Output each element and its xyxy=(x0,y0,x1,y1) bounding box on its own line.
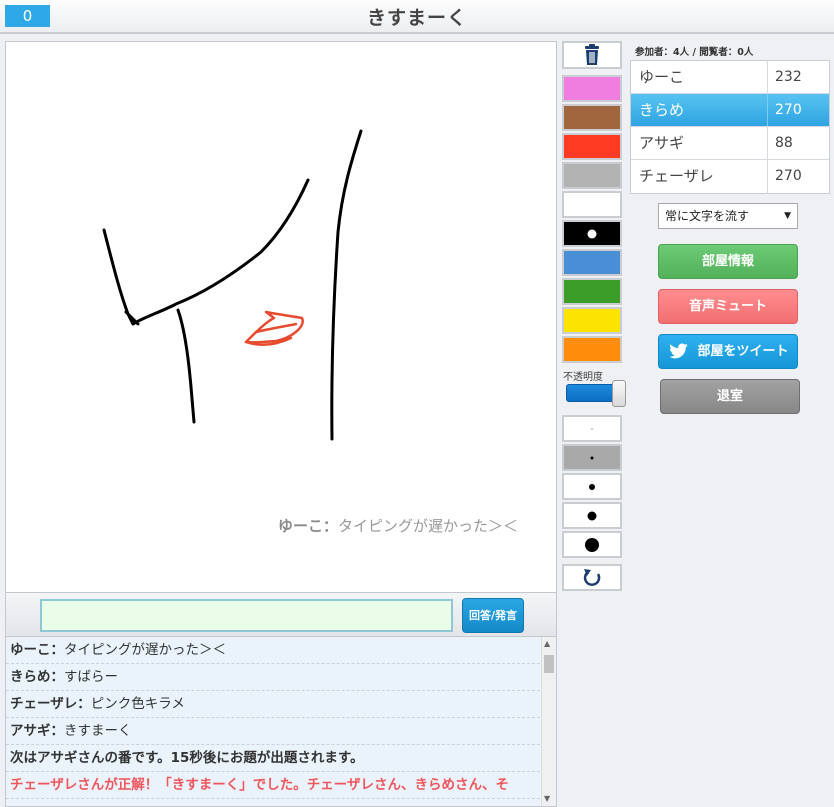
pen-size-dot xyxy=(585,537,599,552)
scroll-down-icon[interactable]: ▼ xyxy=(544,794,550,803)
chat-system-row: 次はアサギさんの番です。15秒後にお題が出題されます。 xyxy=(6,745,540,772)
color-swatch[interactable] xyxy=(562,278,622,305)
player-score: 270 xyxy=(775,168,802,184)
undo-button[interactable] xyxy=(562,564,622,591)
stroke-right-line xyxy=(330,129,363,441)
counts-separator: / xyxy=(689,47,700,58)
player-row-active: きらめ 270 xyxy=(631,94,829,127)
chat-text: チェーザレさんが正解！「きすまーく」でした。チェーザレさん、きらめさん、そ xyxy=(10,777,509,793)
pen-size-button[interactable] xyxy=(562,531,622,558)
canvas-overlay-message: ゆーこ：タイピングが遅かった＞＜ xyxy=(278,515,518,536)
trash-icon xyxy=(585,44,599,65)
pen-size-dot xyxy=(587,511,597,520)
drawing-strokes xyxy=(102,129,363,441)
text-flow-select[interactable]: 常に文字を流す ▼ xyxy=(658,203,798,229)
player-score: 88 xyxy=(775,135,793,151)
player-name: きらめ xyxy=(631,94,768,126)
chat-name: きらめ： xyxy=(10,669,64,685)
player-name: チェーザレ xyxy=(631,160,768,193)
pen-size-dot xyxy=(590,456,594,459)
player-name: アサギ xyxy=(631,127,768,159)
color-swatch[interactable] xyxy=(562,133,622,160)
player-list: ゆーこ 232 きらめ 270 アサギ 88 チェーザレ 270 xyxy=(630,60,830,194)
player-row: チェーザレ 270 xyxy=(631,160,829,193)
viewers-count: 0人 xyxy=(737,47,754,58)
chat-row: アサギ：きすまーく xyxy=(6,718,540,745)
color-swatch[interactable] xyxy=(562,162,622,189)
undo-icon xyxy=(583,569,601,586)
color-swatch[interactable] xyxy=(562,104,622,131)
color-swatch[interactable] xyxy=(562,191,622,218)
pen-size-dot xyxy=(591,428,593,429)
answer-input[interactable] xyxy=(40,599,453,632)
leave-room-button[interactable]: 退室 xyxy=(660,379,800,414)
pen-size-button[interactable] xyxy=(562,502,622,529)
chat-text: すばらー xyxy=(64,669,118,685)
color-swatch[interactable] xyxy=(562,307,622,334)
room-counts: 参加者：4人 / 閲覧者：0人 xyxy=(635,44,753,58)
chat-row: チェーザレ：ピンク色キラメ xyxy=(6,691,540,718)
chat-scrollbar[interactable]: ▲ ▼ xyxy=(541,637,555,806)
chevron-down-icon: ▼ xyxy=(784,211,791,221)
twitter-icon xyxy=(669,342,689,358)
topic-title: きすまーく xyxy=(366,7,467,29)
chat-text: タイピングが遅かった＞＜ xyxy=(64,642,226,658)
color-swatch[interactable] xyxy=(562,75,622,102)
stroke-left-arm xyxy=(102,178,310,326)
pen-size-button[interactable] xyxy=(562,473,622,500)
chat-text: きすまーく xyxy=(64,723,132,739)
overlay-name: ゆーこ： xyxy=(278,517,339,535)
selected-color-indicator xyxy=(587,229,597,238)
pen-size-button[interactable] xyxy=(562,415,622,442)
pen-size-button[interactable] xyxy=(562,444,622,471)
scroll-up-icon[interactable]: ▲ xyxy=(544,639,550,648)
pen-size-dot xyxy=(589,483,595,490)
chat-correct-row: チェーザレさんが正解！「きすまーく」でした。チェーザレさん、きらめさん、そ xyxy=(6,772,540,799)
color-swatch[interactable] xyxy=(562,249,622,276)
participants-label: 参加者： xyxy=(635,47,674,58)
select-value: 常に文字を流す xyxy=(665,209,750,223)
chat-log: ゆーこ：タイピングが遅かった＞＜ きらめ：すばらー チェーザレ：ピンク色キラメ … xyxy=(5,637,557,807)
tweet-button-label: 部屋をツイート xyxy=(697,344,789,359)
color-swatch[interactable] xyxy=(562,220,622,247)
answer-button[interactable]: 回答/発言 xyxy=(462,598,524,633)
participants-count: 4人 xyxy=(673,47,690,58)
viewers-label: 閲覧者： xyxy=(699,47,738,58)
player-row: ゆーこ 232 xyxy=(631,61,829,94)
chat-text: 次はアサギさんの番です。15秒後にお題が出題されます。 xyxy=(10,750,364,766)
chat-name: チェーザレ： xyxy=(10,696,91,712)
drawing-canvas[interactable]: ゆーこ：タイピングが遅かった＞＜ xyxy=(5,41,557,593)
chat-row: きらめ：すばらー xyxy=(6,664,540,691)
player-name: ゆーこ xyxy=(631,61,768,93)
stroke-down-line xyxy=(176,308,196,424)
player-row: アサギ 88 xyxy=(631,127,829,160)
overlay-text: タイピングが遅かった＞＜ xyxy=(338,517,519,535)
chat-name: アサギ： xyxy=(10,723,64,739)
chat-text: ピンク色キラメ xyxy=(90,696,185,712)
opacity-slider-thumb[interactable] xyxy=(612,380,626,407)
chat-name: ゆーこ： xyxy=(10,642,64,658)
scroll-thumb[interactable] xyxy=(544,655,554,673)
mute-button[interactable]: 音声ミュート xyxy=(658,289,798,324)
tweet-button[interactable]: 部屋をツイート xyxy=(658,334,798,369)
player-score: 270 xyxy=(775,102,802,118)
color-swatch[interactable] xyxy=(562,336,622,363)
chat-row: ゆーこ：タイピングが遅かった＞＜ xyxy=(6,637,540,664)
answer-bar: 回答/発言 xyxy=(5,593,557,637)
clear-button[interactable] xyxy=(562,41,622,69)
header-bar: 0 きすまーく xyxy=(0,0,834,34)
player-score: 232 xyxy=(775,69,802,85)
opacity-label: 不透明度 xyxy=(563,372,603,383)
room-info-button[interactable]: 部屋情報 xyxy=(658,244,798,279)
